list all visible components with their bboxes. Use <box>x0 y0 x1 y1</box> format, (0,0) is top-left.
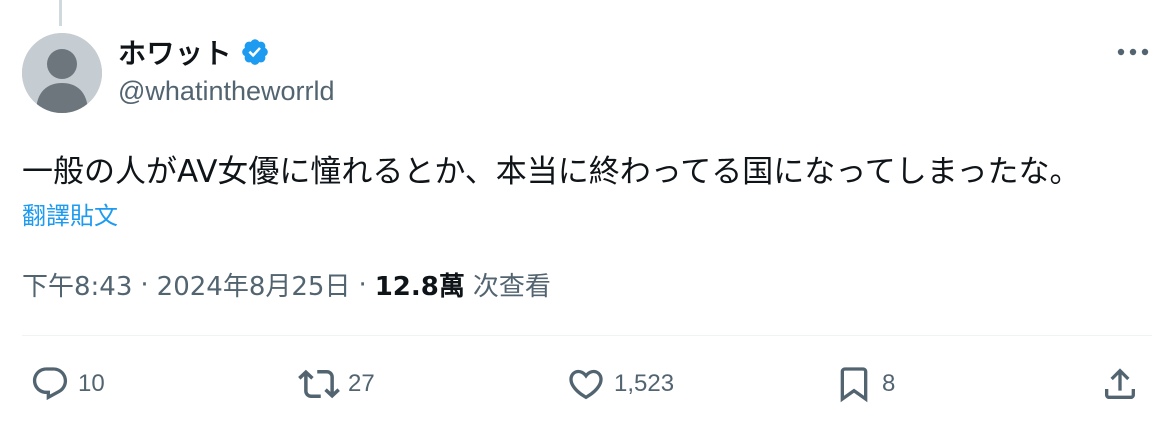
divider <box>22 335 1152 336</box>
display-name[interactable]: ホワット <box>118 32 232 72</box>
tweet-text: 一般の人がAV女優に憧れるとか、本当に終わってる国になってしまったな。 <box>22 154 1081 190</box>
views-count: 12.8萬 <box>374 272 465 302</box>
meta-separator: · <box>358 269 367 300</box>
default-avatar-icon <box>22 33 102 113</box>
thread-connector-line <box>59 0 62 26</box>
tweet-meta-row: 下午8:43 · 2024年8月25日 · 12.8萬 次查看 <box>22 266 551 303</box>
like-button[interactable]: 1,523 <box>566 364 674 404</box>
avatar[interactable] <box>22 33 102 113</box>
retweet-button[interactable]: 27 <box>298 364 375 404</box>
tweet-date[interactable]: 2024年8月25日 <box>157 266 351 303</box>
bookmark-icon <box>834 364 874 404</box>
retweet-icon <box>298 363 340 405</box>
author-name-row: ホワット <box>118 34 270 70</box>
heart-icon <box>566 364 606 404</box>
tweet-time[interactable]: 下午8:43 <box>22 266 132 303</box>
author-handle[interactable]: @whatintheworrld <box>118 76 335 107</box>
meta-separator: · <box>140 269 149 300</box>
share-button[interactable] <box>1100 364 1140 404</box>
retweet-count: 27 <box>348 370 375 397</box>
more-icon[interactable] <box>1116 40 1150 64</box>
views-label: 次查看 <box>472 272 551 302</box>
reply-icon <box>30 364 70 404</box>
translate-post-link[interactable]: 翻譯貼文 <box>22 196 118 231</box>
reply-count: 10 <box>78 370 105 397</box>
share-icon <box>1100 364 1140 404</box>
reply-button[interactable]: 10 <box>30 364 105 404</box>
like-count: 1,523 <box>614 370 675 397</box>
bookmark-count: 8 <box>882 370 896 397</box>
verified-badge-icon[interactable] <box>240 37 270 67</box>
bookmark-button[interactable]: 8 <box>834 364 895 404</box>
